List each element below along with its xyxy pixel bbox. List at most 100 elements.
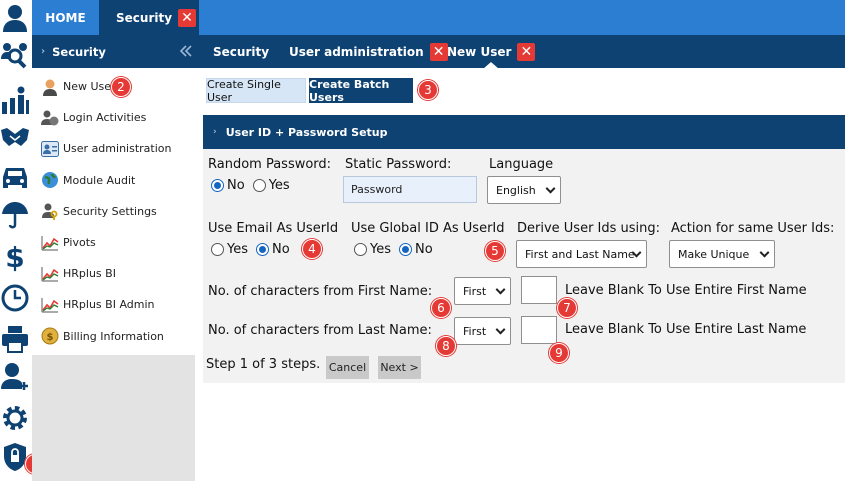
sidebar: New User 2 Login Activities User adminis… xyxy=(32,68,195,481)
chevron-down-icon xyxy=(759,247,770,258)
sidebar-item-label: HRplus BI Admin xyxy=(63,298,155,312)
step-badge-9: 9 xyxy=(549,343,569,363)
close-new-user-icon[interactable]: ✕ xyxy=(517,42,536,61)
car-icon[interactable] xyxy=(0,162,30,194)
use-global-id-yes-label: Yes xyxy=(370,242,391,257)
use-global-id-no-radio[interactable] xyxy=(399,243,412,256)
use-global-id-no-label: No xyxy=(415,242,433,257)
use-email-yes-label: Yes xyxy=(227,242,248,257)
use-global-id-label: Use Global ID As UserId xyxy=(351,221,505,236)
user-icon xyxy=(39,76,61,98)
sidebar-menu: New User 2 Login Activities User adminis… xyxy=(32,68,195,355)
sidebar-item-label: User administration xyxy=(63,142,172,156)
static-password-input[interactable]: Password xyxy=(343,176,477,203)
action-same-user-ids-label: Action for same User Ids: xyxy=(671,221,835,236)
sidebar-item-label: New User xyxy=(63,80,116,94)
first-name-chars-value: First xyxy=(463,284,487,298)
collapse-sidebar-icon[interactable] xyxy=(177,43,193,59)
use-email-no-radio[interactable] xyxy=(256,243,269,256)
first-name-chars-select[interactable]: First xyxy=(454,277,511,305)
first-name-chars-label: No. of characters from First Name: xyxy=(208,284,433,299)
sidebar-item-label: Pivots xyxy=(63,236,96,250)
sidebar-title-label: Security xyxy=(52,44,106,59)
step-indicator: Step 1 of 3 steps. xyxy=(206,357,321,372)
users-clock-icon xyxy=(39,107,61,129)
clock-icon[interactable] xyxy=(0,282,30,314)
step-badge-3: 3 xyxy=(418,80,438,100)
static-password-label: Static Password: xyxy=(345,157,452,172)
tab-security[interactable]: Security ✕ xyxy=(99,0,199,35)
sidebar-item-new-user[interactable]: New User 2 xyxy=(32,71,195,102)
section-title: User ID + Password Setup xyxy=(225,125,388,139)
chevron-down-icon xyxy=(545,183,556,194)
printer-icon[interactable] xyxy=(0,323,30,355)
sidebar-title: › Security xyxy=(41,35,106,68)
last-name-hint: Leave Blank To Use Entire Last Name xyxy=(565,322,807,337)
step-badge-5: 5 xyxy=(485,241,505,261)
sidebar-item-module-audit[interactable]: Module Audit xyxy=(32,165,195,196)
add-user-icon[interactable] xyxy=(0,361,30,393)
top-tab-bar: HOME Security ✕ xyxy=(32,0,845,35)
crumb-user-administration-label: User administration xyxy=(289,44,424,59)
create-single-user-button[interactable]: Create Single User xyxy=(206,78,306,104)
id-card-icon xyxy=(39,138,61,160)
sidebar-item-label: Security Settings xyxy=(63,204,157,218)
use-global-id-yes-radio[interactable] xyxy=(354,243,367,256)
chevron-right-icon: › xyxy=(41,46,46,57)
random-password-yes-label: Yes xyxy=(268,178,290,193)
use-email-yes-radio[interactable] xyxy=(211,243,224,256)
sidebar-item-security-settings[interactable]: Security Settings xyxy=(32,196,195,227)
derive-user-ids-select[interactable]: First and Last Name xyxy=(516,240,647,268)
icon-rail: $ 1 xyxy=(0,0,45,481)
crumb-new-user-label: New User xyxy=(447,44,512,59)
person-icon[interactable] xyxy=(0,2,30,34)
last-name-chars-input[interactable] xyxy=(521,316,557,344)
close-security-tab-icon[interactable]: ✕ xyxy=(178,8,197,27)
last-name-chars-value: First xyxy=(463,324,487,338)
sidebar-item-user-administration[interactable]: User administration xyxy=(32,133,195,164)
use-global-id-group: Yes No xyxy=(354,242,433,257)
sidebar-item-label: Module Audit xyxy=(63,173,136,187)
random-password-no-radio[interactable] xyxy=(211,179,224,192)
sidebar-item-pivots[interactable]: Pivots xyxy=(32,227,195,258)
umbrella-icon[interactable] xyxy=(0,199,30,231)
user-key-icon xyxy=(39,200,61,222)
globe-icon xyxy=(39,169,61,191)
tab-home-label: HOME xyxy=(45,10,86,25)
sidebar-item-label: HRplus BI xyxy=(63,267,116,281)
sidebar-item-hrplus-bi-admin[interactable]: HRplus BI Admin xyxy=(32,289,195,320)
language-select[interactable]: English xyxy=(487,176,561,204)
sidebar-item-login-activities[interactable]: Login Activities xyxy=(32,102,195,133)
next-button[interactable]: Next > xyxy=(378,356,421,379)
crumb-user-administration[interactable]: User administration ✕ xyxy=(289,35,448,68)
random-password-yes-radio[interactable] xyxy=(252,179,266,192)
section-header[interactable]: › User ID + Password Setup xyxy=(203,115,845,149)
language-value: English xyxy=(496,183,536,197)
first-name-chars-input[interactable] xyxy=(521,276,557,304)
user-id-password-setup-panel: › User ID + Password Setup Random Passwo… xyxy=(203,115,845,383)
org-chart-icon[interactable] xyxy=(0,84,30,116)
tab-security-label: Security xyxy=(116,10,173,25)
tab-home[interactable]: HOME xyxy=(32,0,99,35)
step-badge-7: 7 xyxy=(557,298,577,318)
step-badge-8: 8 xyxy=(436,336,456,356)
close-user-administration-icon[interactable]: ✕ xyxy=(429,42,448,61)
sidebar-item-billing-information[interactable]: $ Billing Information xyxy=(32,321,195,352)
handshake-icon[interactable] xyxy=(0,120,30,152)
cancel-button[interactable]: Cancel xyxy=(326,356,369,379)
dollar-icon[interactable]: $ xyxy=(0,241,30,273)
chevron-right-icon: › xyxy=(213,127,217,137)
people-search-icon[interactable] xyxy=(0,39,30,71)
create-batch-users-button[interactable]: Create Batch Users xyxy=(309,78,413,104)
app: $ 1 HOME Security ✕ › Security xyxy=(0,0,845,481)
action-same-user-ids-select[interactable]: Make Unique xyxy=(669,240,775,268)
use-email-group: Yes No xyxy=(211,242,290,257)
svg-text:$: $ xyxy=(5,242,24,272)
coin-icon: $ xyxy=(39,325,61,347)
sidebar-item-hrplus-bi[interactable]: HRplus BI xyxy=(32,258,195,289)
sub-bar: › Security Security User administration … xyxy=(32,35,845,71)
sidebar-item-label: Login Activities xyxy=(63,111,147,125)
crumb-security[interactable]: Security xyxy=(213,35,269,68)
gear-icon[interactable] xyxy=(0,402,30,434)
last-name-chars-select[interactable]: First xyxy=(454,317,511,345)
